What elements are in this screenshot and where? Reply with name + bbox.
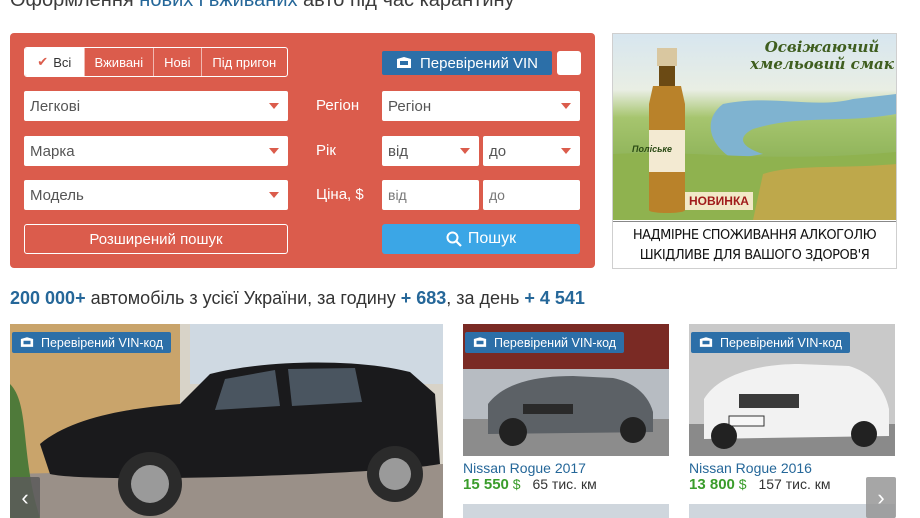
verified-vin-label: Перевірений VIN <box>419 54 538 72</box>
verified-vin-button[interactable]: Перевірений VIN <box>382 51 552 75</box>
car-price: 15 550 <box>463 476 509 493</box>
vin-icon <box>473 337 487 347</box>
vin-icon <box>699 337 713 347</box>
chevron-down-icon <box>460 148 470 154</box>
price-label: Ціна, $ <box>316 186 364 203</box>
ad-slogan: Освіжаючий хмельовий смак <box>750 38 894 73</box>
car-title[interactable]: Nissan Rogue 2017 <box>463 460 669 476</box>
vin-badge-label: Перевірений VIN-код <box>494 335 617 350</box>
verified-vin-badge: Перевірений VIN-код <box>691 332 851 353</box>
car-card[interactable]: Перевірений VIN-код Nissan Rogue 2017 15… <box>463 324 669 493</box>
car-photo: Перевірений VIN-код <box>689 324 895 456</box>
check-icon: ✔ <box>37 54 49 69</box>
tab-all-label: Всі <box>53 54 72 70</box>
tab-import[interactable]: Під пригон <box>202 48 287 76</box>
ad-warning-line-2: ШКІДЛИВЕ ДЛЯ ВАШОГО ЗДОРОВ'Я <box>639 248 870 263</box>
search-icon <box>446 231 462 247</box>
year-from-value: від <box>388 142 409 160</box>
ad-banner[interactable]: Освіжаючий хмельовий смак Поліське НОВИН… <box>612 33 897 269</box>
category-value: Легкові <box>30 97 81 115</box>
car-title[interactable]: Nissan Rogue 2016 <box>689 460 895 476</box>
next-card-peek <box>463 504 669 518</box>
carousel-prev-button[interactable]: ‹ <box>10 477 40 518</box>
search-button-label: Пошук <box>467 230 517 247</box>
car-mileage: 157 тис. км <box>758 476 831 492</box>
stats-per-day: + 4 541 <box>524 288 585 308</box>
car-price: 13 800 <box>689 476 735 493</box>
year-to-select[interactable]: до <box>483 136 580 166</box>
ad-warning-line-1: НАДМІРНЕ СПОЖИВАННЯ АЛКОГОЛЮ <box>632 228 877 243</box>
headline-text-pre: Оформлення <box>10 0 140 11</box>
car-currency: $ <box>738 476 747 492</box>
year-to-value: до <box>489 142 507 160</box>
region-select[interactable]: Регіон <box>382 91 580 121</box>
listing-stats: 200 000+ автомобіль з усієї України, за … <box>10 288 585 309</box>
page-headline[interactable]: Оформлення нових і вживаних авто під час… <box>10 0 515 12</box>
year-label: Рік <box>316 142 336 159</box>
model-value: Модель <box>30 186 84 204</box>
verified-vin-badge: Перевірений VIN-код <box>12 332 172 353</box>
search-button[interactable]: Пошук <box>382 224 580 254</box>
brand-select[interactable]: Марка <box>24 136 288 166</box>
year-from-select[interactable]: від <box>382 136 479 166</box>
category-select[interactable]: Легкові <box>24 91 288 121</box>
headline-text-post: авто під час карантину <box>297 0 515 11</box>
region-value: Регіон <box>388 97 432 115</box>
tab-all[interactable]: ✔ Всі <box>25 48 85 76</box>
tab-used[interactable]: Вживані <box>85 48 155 76</box>
car-mileage: 65 тис. км <box>532 476 597 492</box>
featured-car-photo <box>10 324 443 518</box>
chevron-down-icon <box>269 148 279 154</box>
vin-icon <box>396 57 411 68</box>
carousel-next-button[interactable]: › <box>866 477 896 518</box>
stats-text-1: автомобіль з усієї України, за годину <box>85 288 401 308</box>
chevron-down-icon <box>269 192 279 198</box>
price-from-input[interactable]: від <box>382 180 479 210</box>
ad-health-warning: НАДМІРНЕ СПОЖИВАННЯ АЛКОГОЛЮ ШКІДЛИВЕ ДЛ… <box>613 221 896 268</box>
vin-icon <box>20 337 34 347</box>
car-card[interactable]: Перевірений VIN-код Nissan Rogue 2016 13… <box>689 324 895 493</box>
region-label: Регіон <box>316 97 360 114</box>
stats-total: 200 000+ <box>10 288 86 308</box>
ad-new-badge: НОВИНКА <box>685 192 753 210</box>
brand-value: Марка <box>30 142 75 160</box>
car-photo: Перевірений VIN-код <box>463 324 669 456</box>
model-select[interactable]: Модель <box>24 180 288 210</box>
verified-vin-checkbox[interactable] <box>557 51 581 75</box>
next-card-peek <box>689 504 895 518</box>
price-to-input[interactable]: до <box>483 180 580 210</box>
car-meta: 13 800 $ 157 тис. км <box>689 476 895 493</box>
chevron-down-icon <box>561 103 571 109</box>
chevron-down-icon <box>269 103 279 109</box>
vin-badge-label: Перевірений VIN-код <box>720 335 843 350</box>
chevron-down-icon <box>561 148 571 154</box>
stats-per-hour: + 683 <box>400 288 447 308</box>
advanced-search-button[interactable]: Розширений пошук <box>24 224 288 254</box>
headline-link[interactable]: нових і вживаних <box>139 0 297 11</box>
featured-car-card[interactable]: Перевірений VIN-код <box>10 324 443 518</box>
verified-vin-badge: Перевірений VIN-код <box>465 332 625 353</box>
tab-new[interactable]: Нові <box>154 48 202 76</box>
car-currency: $ <box>512 476 521 492</box>
vin-badge-label: Перевірений VIN-код <box>41 335 164 350</box>
condition-tabs: ✔ Всі Вживані Нові Під пригон <box>24 47 288 77</box>
stats-text-2: , за день <box>446 288 525 308</box>
search-panel: ✔ Всі Вживані Нові Під пригон Перевірений… <box>10 33 595 268</box>
ad-bottle-label: Поліське <box>632 144 672 154</box>
car-meta: 15 550 $ 65 тис. км <box>463 476 669 493</box>
